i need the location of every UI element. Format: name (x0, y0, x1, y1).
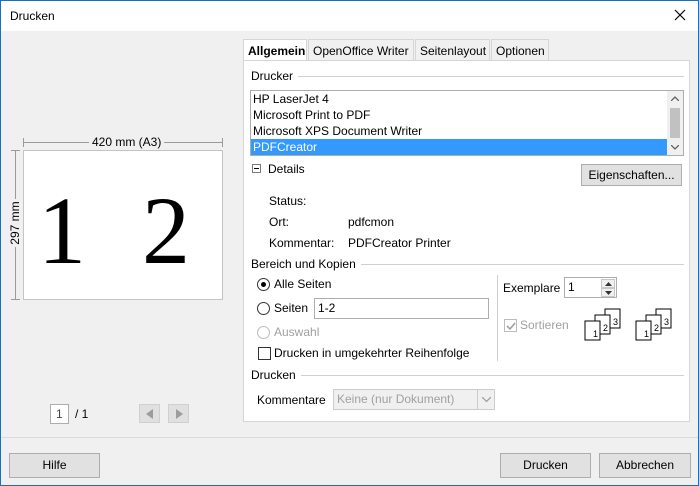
prev-page-button[interactable] (139, 404, 160, 423)
location-label: Ort: (269, 215, 289, 229)
tab-allgemein[interactable]: Allgemein (243, 39, 307, 62)
window-title: Drucken (10, 9, 55, 23)
comments-label: Kommentare (257, 393, 326, 407)
copies-divider (497, 275, 498, 361)
page-number-field[interactable]: 1 (50, 404, 69, 424)
chevron-down-icon (482, 397, 491, 402)
print-dialog: Drucken 420 mm (A3) 297 mm 1 2 1 / 1 All… (0, 0, 699, 486)
comments-dropdown[interactable]: Keine (nur Dokument) (333, 389, 495, 410)
comment-label: Kommentar: (269, 236, 335, 250)
svg-text:1: 1 (593, 329, 598, 339)
svg-text:2: 2 (654, 323, 659, 333)
printer-list-scrollbar[interactable] (667, 91, 683, 155)
reverse-order-label[interactable]: Drucken in umgekehrter Reihenfolge (274, 346, 469, 360)
location-value: pdfcmon (348, 215, 395, 229)
preview-digit-1: 1 (38, 177, 86, 284)
range-section-title: Bereich und Kopien (251, 257, 356, 271)
cancel-button-label: Abbrechen (615, 458, 675, 472)
collate-checkbox[interactable] (504, 319, 517, 332)
preview-height-ruler: 297 mm (8, 150, 22, 300)
printer-list[interactable]: HP LaserJet 4 Microsoft Print to PDF Mic… (250, 90, 684, 156)
print-button[interactable]: Drucken (500, 453, 591, 478)
status-label: Status: (269, 194, 307, 208)
triangle-up-icon (605, 282, 612, 286)
collate-pages-icon: 3 2 1 3 2 1 (584, 308, 672, 341)
collapse-icon[interactable] (252, 164, 261, 173)
page-total: / 1 (75, 407, 89, 421)
properties-button[interactable]: Eigenschaften... (581, 164, 682, 186)
triangle-down-icon (605, 291, 612, 295)
comments-dropdown-button[interactable] (477, 390, 494, 409)
tab-openoffice-writer[interactable]: OpenOffice Writer (308, 39, 414, 61)
comments-value: Keine (nur Dokument) (337, 392, 455, 406)
pages-input[interactable]: 1-2 (314, 298, 489, 319)
copies-decrement[interactable] (601, 288, 615, 297)
tab-optionen[interactable]: Optionen (491, 39, 549, 61)
range-section-divider (361, 264, 684, 265)
printer-item-selected[interactable]: PDFCreator (251, 139, 669, 155)
copies-value: 1 (568, 280, 575, 294)
copies-increment[interactable] (601, 279, 615, 288)
preview-width-label: 420 mm (A3) (89, 135, 165, 149)
footer-divider (1, 437, 698, 438)
details-toggle-label[interactable]: Details (268, 162, 305, 176)
selection-radio[interactable] (257, 326, 270, 339)
tab-seitenlayout[interactable]: Seitenlayout (415, 39, 490, 61)
properties-button-label: Eigenschaften... (588, 168, 675, 182)
copies-stepper[interactable]: 1 (564, 277, 617, 298)
preview-digit-2: 2 (142, 177, 190, 284)
print-section-divider (301, 375, 684, 376)
collate-label: Sortieren (520, 318, 569, 332)
checkmark-icon (506, 322, 516, 331)
all-pages-radio[interactable] (257, 278, 270, 291)
printer-section-title: Drucker (251, 69, 294, 83)
printer-section-divider (298, 76, 684, 77)
pages-label[interactable]: Seiten (274, 301, 308, 315)
printer-item[interactable]: Microsoft XPS Document Writer (251, 123, 669, 139)
all-pages-label[interactable]: Alle Seiten (274, 277, 331, 291)
cancel-button[interactable]: Abbrechen (599, 453, 691, 478)
svg-text:1: 1 (644, 329, 649, 339)
next-page-button[interactable] (168, 404, 189, 423)
preview-height-label: 297 mm (8, 199, 22, 247)
preview-width-ruler: 420 mm (A3) (23, 135, 223, 149)
copies-label: Exemplare (503, 281, 561, 295)
print-section-title: Drucken (251, 368, 296, 382)
svg-text:3: 3 (613, 317, 618, 327)
printer-item[interactable]: Microsoft Print to PDF (251, 107, 669, 123)
print-button-label: Drucken (523, 458, 568, 472)
svg-text:3: 3 (664, 317, 669, 327)
selection-label: Auswahl (274, 325, 320, 339)
chevron-down-icon[interactable] (671, 145, 679, 150)
chevron-up-icon[interactable] (671, 96, 679, 101)
comment-value: PDFCreator Printer (348, 236, 451, 250)
triangle-left-icon (146, 409, 153, 419)
help-button-label: Hilfe (42, 458, 67, 472)
close-icon[interactable] (672, 7, 688, 23)
preview-page: 1 2 (23, 150, 223, 300)
svg-text:2: 2 (603, 323, 608, 333)
triangle-right-icon (176, 409, 183, 419)
reverse-order-checkbox[interactable] (258, 347, 271, 360)
pages-radio[interactable] (257, 302, 270, 315)
printer-item[interactable]: HP LaserJet 4 (251, 91, 669, 107)
title-bar: Drucken (1, 1, 698, 31)
scrollbar-thumb[interactable] (670, 108, 680, 138)
help-button[interactable]: Hilfe (9, 453, 100, 478)
